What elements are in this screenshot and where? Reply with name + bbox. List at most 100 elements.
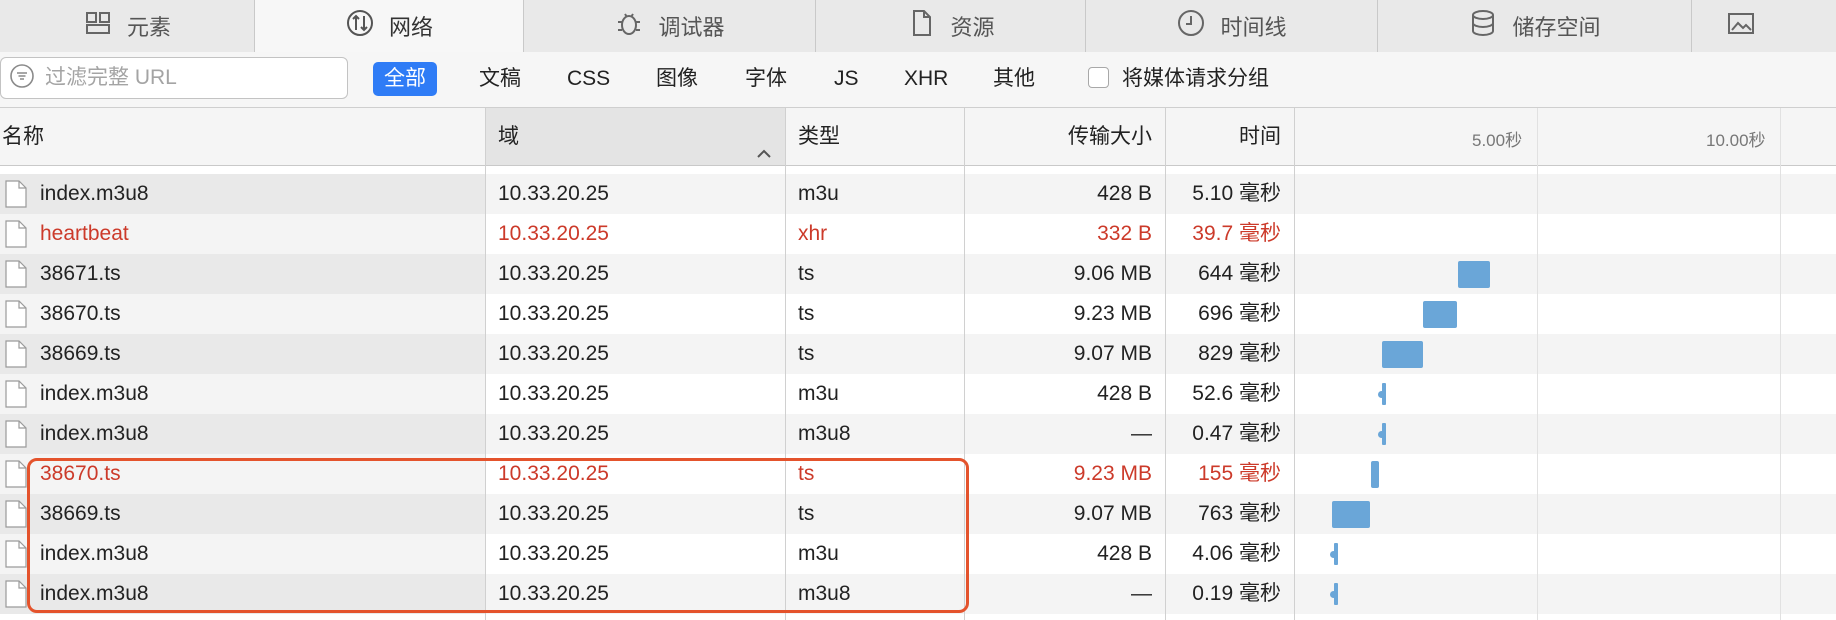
table-row[interactable]: 38670.ts 10.33.20.25 ts 9.23 MB 155 毫秒 (0, 454, 1836, 494)
column-divider[interactable] (964, 108, 965, 620)
cell-size: 9.06 MB (1073, 262, 1152, 285)
file-icon (5, 340, 27, 368)
tab-elements[interactable]: 元素 (0, 0, 255, 52)
cell-name: 38669.ts (40, 342, 121, 365)
cell-type: ts (798, 302, 815, 325)
storage-icon (1468, 8, 1498, 44)
file-icon (5, 380, 27, 408)
cell-name: 38670.ts (40, 302, 121, 325)
tab-label: 网络 (388, 15, 433, 40)
filter-search-box[interactable] (0, 57, 348, 99)
filter-type-other[interactable]: 其他 (982, 62, 1046, 96)
cell-size: 9.07 MB (1073, 502, 1152, 525)
filter-type-xhr[interactable]: XHR (893, 62, 959, 96)
cell-size: 332 B (1097, 222, 1152, 245)
cell-name: index.m3u8 (40, 582, 149, 605)
file-icon (5, 260, 27, 288)
cell-size: 9.23 MB (1073, 462, 1152, 485)
cell-name: index.m3u8 (40, 542, 149, 565)
cell-time: 696 毫秒 (1198, 302, 1281, 325)
waterfall-tick (1382, 423, 1386, 445)
resources-icon (906, 8, 936, 44)
table-row[interactable]: index.m3u8 10.33.20.25 m3u 428 B 52.6 毫秒 (0, 374, 1836, 414)
waterfall-tick-label: 5.00秒 (1472, 131, 1523, 150)
table-row[interactable]: heartbeat 10.33.20.25 xhr 332 B 39.7 毫秒 (0, 214, 1836, 254)
cell-domain: 10.33.20.25 (498, 462, 609, 485)
column-divider[interactable] (1294, 108, 1295, 620)
waterfall-gridline (1780, 108, 1781, 620)
column-divider[interactable] (1165, 108, 1166, 620)
tab-network[interactable]: 网络 (255, 0, 524, 52)
cell-size: — (1131, 422, 1152, 445)
file-icon (5, 300, 27, 328)
cell-type: m3u8 (798, 422, 851, 445)
filter-type-js[interactable]: JS (823, 62, 870, 96)
waterfall-tick-label: 10.00秒 (1706, 131, 1766, 150)
debugger-icon (614, 8, 644, 44)
network-icon (345, 8, 375, 44)
filter-type-document[interactable]: 文稿 (468, 62, 532, 96)
column-header-time[interactable]: 时间 (1166, 108, 1294, 165)
column-header-size[interactable]: 传输大小 (965, 108, 1165, 165)
group-media-label: 将媒体请求分组 (1122, 67, 1269, 90)
cell-size: 428 B (1097, 182, 1152, 205)
column-header-waterfall[interactable]: 5.00秒 10.00秒 (1295, 108, 1836, 165)
filter-type-image[interactable]: 图像 (645, 62, 709, 96)
column-divider[interactable] (785, 108, 786, 620)
waterfall-bar (1382, 341, 1423, 368)
cell-size: 9.07 MB (1073, 342, 1152, 365)
cell-time: 155 毫秒 (1198, 462, 1281, 485)
tab-canvas[interactable] (1692, 0, 1836, 52)
cell-time: 39.7 毫秒 (1192, 222, 1281, 245)
waterfall-bar (1371, 461, 1379, 488)
filter-url-input[interactable] (43, 65, 327, 91)
column-divider[interactable] (485, 108, 486, 620)
waterfall-bar (1332, 501, 1370, 528)
column-header-domain[interactable]: 域 (486, 108, 785, 165)
cell-domain: 10.33.20.25 (498, 422, 609, 445)
cell-type: xhr (798, 222, 828, 245)
file-icon (5, 220, 27, 248)
table-row[interactable]: 38670.ts 10.33.20.25 ts 9.23 MB 696 毫秒 (0, 294, 1836, 334)
cell-name: 38670.ts (40, 462, 121, 485)
table-row[interactable]: index.m3u8 10.33.20.25 m3u 428 B 5.10 毫秒 (0, 174, 1836, 214)
tab-storage[interactable]: 储存空间 (1378, 0, 1692, 52)
table-row[interactable]: 38671.ts 10.33.20.25 ts 9.06 MB 644 毫秒 (0, 254, 1836, 294)
tab-debugger[interactable]: 调试器 (524, 0, 816, 52)
table-row[interactable]: index.m3u8 10.33.20.25 m3u8 — 0.47 毫秒 (0, 414, 1836, 454)
cell-time: 0.19 毫秒 (1192, 582, 1281, 605)
partial-row (0, 166, 1836, 174)
tab-label: 储存空间 (1512, 15, 1601, 40)
cell-time: 763 毫秒 (1198, 502, 1281, 525)
waterfall-tick (1334, 543, 1338, 565)
table-row[interactable]: index.m3u8 10.33.20.25 m3u 428 B 4.06 毫秒 (0, 534, 1836, 574)
cell-name: index.m3u8 (40, 182, 149, 205)
column-header-type[interactable]: 类型 (786, 108, 964, 165)
filter-type-all[interactable]: 全部 (373, 62, 437, 96)
waterfall-tick (1382, 383, 1386, 405)
cell-time: 644 毫秒 (1198, 262, 1281, 285)
cell-size: 428 B (1097, 382, 1152, 405)
table-row[interactable]: 38669.ts 10.33.20.25 ts 9.07 MB 763 毫秒 (0, 494, 1836, 534)
cell-time: 52.6 毫秒 (1192, 382, 1281, 405)
cell-name: 38669.ts (40, 502, 121, 525)
filter-type-css[interactable]: CSS (556, 62, 621, 96)
cell-type: ts (798, 502, 815, 525)
filter-type-font[interactable]: 字体 (734, 62, 798, 96)
tab-timeline[interactable]: 时间线 (1086, 0, 1378, 52)
cell-name: heartbeat (40, 222, 129, 245)
table-row[interactable]: 38669.ts 10.33.20.25 ts 9.07 MB 829 毫秒 (0, 334, 1836, 374)
group-media-checkbox[interactable] (1088, 67, 1109, 88)
cell-domain: 10.33.20.25 (498, 222, 609, 245)
file-icon (5, 580, 27, 608)
file-icon (5, 460, 27, 488)
cell-type: ts (798, 262, 815, 285)
table-row[interactable]: index.m3u8 10.33.20.25 m3u8 — 0.19 毫秒 (0, 574, 1836, 614)
column-header-name[interactable]: 名称 (0, 108, 485, 165)
file-icon (5, 540, 27, 568)
file-icon (5, 420, 27, 448)
cell-domain: 10.33.20.25 (498, 302, 609, 325)
tab-resources[interactable]: 资源 (816, 0, 1086, 52)
timeline-icon (1176, 8, 1206, 44)
waterfall-tick (1334, 583, 1338, 605)
